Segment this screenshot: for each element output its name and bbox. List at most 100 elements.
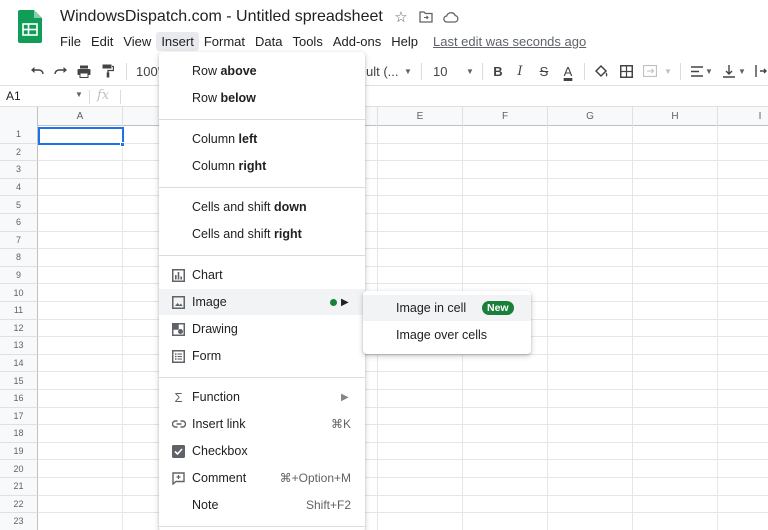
column-header-e[interactable]: E — [378, 107, 463, 126]
strikethrough-button[interactable]: S — [538, 61, 550, 81]
zoom-select[interactable]: 100' — [136, 61, 160, 81]
row-header-19[interactable]: 19 — [0, 442, 38, 461]
star-icon[interactable]: ☆ — [393, 9, 409, 26]
redo-icon[interactable] — [52, 61, 70, 81]
row-header-21[interactable]: 21 — [0, 478, 38, 496]
submenu-image-in-cell[interactable]: Image in cell New — [363, 295, 531, 321]
menu-cells-shift-down[interactable]: Cells and shift down — [159, 194, 365, 220]
row-header-12[interactable]: 12 — [0, 319, 38, 338]
font-dropdown-arrow-icon[interactable]: ▼ — [404, 61, 412, 81]
name-box-dropdown-arrow-icon[interactable]: ▼ — [75, 90, 83, 99]
insert-link-shortcut: ⌘K — [330, 417, 351, 431]
menu-file[interactable]: File — [55, 32, 86, 51]
row-header-10[interactable]: 10 — [0, 284, 38, 302]
row-header-23[interactable]: 23 — [0, 513, 38, 530]
menu-image-label: Image — [192, 295, 227, 309]
row-header-6[interactable]: 6 — [0, 214, 38, 232]
menu-help[interactable]: Help — [386, 32, 423, 51]
paint-format-icon[interactable] — [99, 61, 117, 81]
menu-checkbox[interactable]: Checkbox — [159, 438, 365, 464]
menu-edit[interactable]: Edit — [86, 32, 118, 51]
vertical-align-icon[interactable] — [722, 61, 736, 81]
text-color-button[interactable]: A — [561, 61, 575, 81]
row-header-5[interactable]: 5 — [0, 196, 38, 214]
menu-image[interactable]: Image ▶ — [159, 289, 365, 315]
menu-row-above-prefix: Row — [192, 64, 221, 78]
menu-view[interactable]: View — [118, 32, 156, 51]
row-header-20[interactable]: 20 — [0, 460, 38, 478]
row-header-15[interactable]: 15 — [0, 372, 38, 390]
menu-row-above[interactable]: Row above — [159, 58, 365, 84]
menu-cells-shift-right[interactable]: Cells and shift right — [159, 221, 365, 247]
sheets-logo[interactable] — [18, 10, 42, 43]
row-header-17[interactable]: 17 — [0, 407, 38, 426]
comment-icon — [171, 471, 186, 486]
menu-insert[interactable]: Insert — [156, 31, 199, 51]
bold-button[interactable]: B — [492, 61, 504, 81]
menu-function[interactable]: Σ Function ▶ — [159, 384, 365, 410]
row-header-2[interactable]: 2 — [0, 143, 38, 162]
font-size-dropdown-arrow-icon[interactable]: ▼ — [466, 61, 474, 81]
vertical-align-dropdown-arrow-icon[interactable]: ▼ — [738, 61, 746, 81]
fill-handle[interactable] — [120, 142, 125, 147]
move-folder-icon[interactable] — [418, 9, 434, 25]
merge-dropdown-arrow-icon[interactable]: ▼ — [664, 61, 672, 81]
menu-drawing[interactable]: Drawing — [159, 316, 365, 342]
last-edit-link[interactable]: Last edit was seconds ago — [433, 34, 586, 49]
font-select[interactable]: ult (... — [366, 61, 399, 81]
menu-note[interactable]: Note Shift+F2 — [159, 492, 365, 518]
document-title[interactable]: WindowsDispatch.com - Untitled spreadshe… — [60, 8, 383, 26]
row-header-9[interactable]: 9 — [0, 266, 38, 285]
formula-bar: A1 ▼ fx — [0, 87, 768, 107]
menu-row-below-label: below — [220, 91, 256, 105]
menu-data[interactable]: Data — [250, 32, 287, 51]
row-gridline — [38, 424, 768, 426]
column-header-a[interactable]: A — [38, 107, 123, 126]
column-header-h[interactable]: H — [633, 107, 718, 126]
column-gridline — [547, 126, 548, 530]
column-header-g[interactable]: G — [548, 107, 633, 126]
text-wrapping-icon[interactable] — [754, 61, 768, 81]
menu-tools[interactable]: Tools — [287, 32, 327, 51]
row-gridline — [38, 389, 768, 390]
selected-cell-outline[interactable] — [38, 127, 124, 145]
row-header-11[interactable]: 11 — [0, 302, 38, 320]
fill-color-icon[interactable] — [594, 61, 608, 81]
menu-column-left[interactable]: Column left — [159, 126, 365, 152]
print-icon[interactable] — [75, 61, 93, 81]
italic-button[interactable]: I — [514, 61, 526, 81]
menu-insert-link-label: Insert link — [192, 417, 246, 431]
row-header-16[interactable]: 16 — [0, 390, 38, 408]
menu-chart[interactable]: Chart — [159, 262, 365, 288]
menu-column-right[interactable]: Column right — [159, 153, 365, 179]
submenu-image-over-cells[interactable]: Image over cells — [363, 322, 531, 348]
menu-format[interactable]: Format — [199, 32, 250, 51]
row-header-7[interactable]: 7 — [0, 231, 38, 250]
column-header-i[interactable]: I — [718, 107, 768, 126]
menu-row-below[interactable]: Row below — [159, 85, 365, 111]
select-all-corner[interactable] — [0, 107, 38, 126]
undo-icon[interactable] — [28, 61, 46, 81]
menu-column-right-label: right — [238, 159, 267, 173]
row-header-8[interactable]: 8 — [0, 249, 38, 267]
row-header-18[interactable]: 18 — [0, 425, 38, 443]
merge-cells-icon[interactable] — [643, 61, 657, 81]
row-header-13[interactable]: 13 — [0, 337, 38, 355]
column-header-f[interactable]: F — [463, 107, 548, 126]
font-size-select[interactable]: 10 — [433, 61, 447, 81]
menu-form[interactable]: Form — [159, 343, 365, 369]
menu-comment[interactable]: Comment ⌘+Option+M — [159, 465, 365, 491]
horizontal-align-icon[interactable] — [690, 61, 704, 81]
row-gridline — [38, 248, 768, 250]
row-header-4[interactable]: 4 — [0, 178, 38, 197]
menu-insert-link[interactable]: Insert link ⌘K — [159, 411, 365, 437]
cloud-icon[interactable] — [443, 9, 459, 25]
align-dropdown-arrow-icon[interactable]: ▼ — [705, 61, 713, 81]
row-header-14[interactable]: 14 — [0, 354, 38, 373]
borders-icon[interactable] — [619, 61, 633, 81]
row-header-1[interactable]: 1 — [0, 126, 38, 144]
menu-add-ons[interactable]: Add-ons — [328, 32, 386, 51]
row-header-3[interactable]: 3 — [0, 161, 38, 179]
row-header-22[interactable]: 22 — [0, 495, 38, 514]
name-box[interactable]: A1 — [6, 89, 21, 103]
